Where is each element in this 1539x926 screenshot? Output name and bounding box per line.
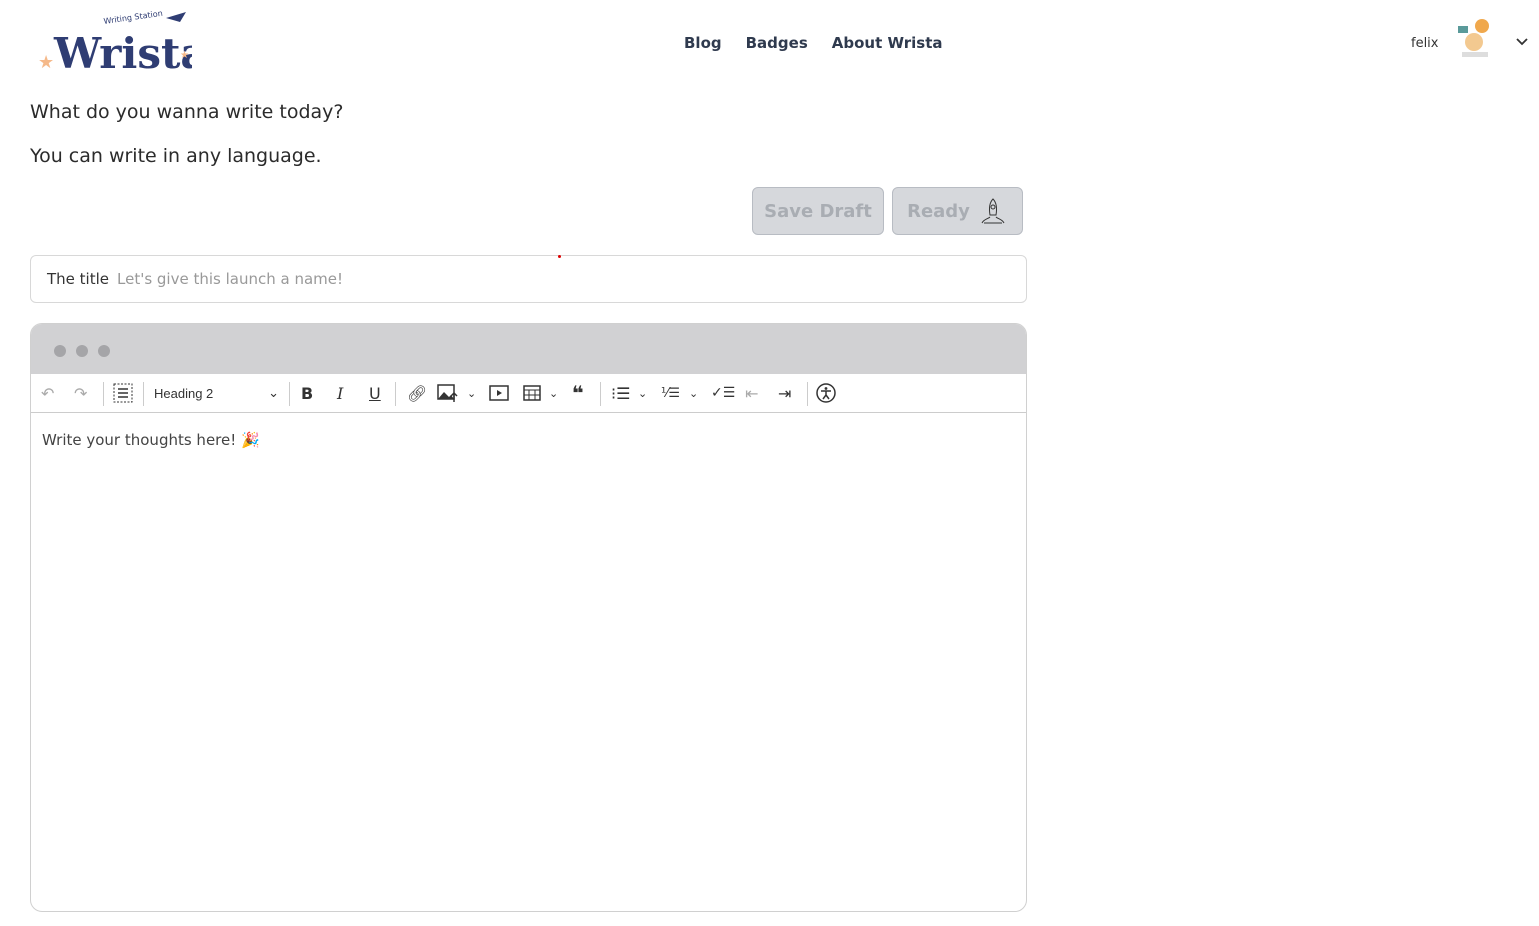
image-upload-icon[interactable]: [437, 382, 459, 404]
title-input[interactable]: [117, 270, 917, 288]
outdent-icon[interactable]: ⇤: [745, 382, 758, 404]
divider: [289, 382, 290, 406]
bold-icon[interactable]: B: [301, 382, 313, 404]
chevron-down-icon[interactable]: ⌄: [467, 382, 476, 404]
redo-icon[interactable]: ↷: [74, 382, 87, 404]
svg-text:★: ★: [38, 52, 54, 73]
nav-about[interactable]: About Wrista: [832, 34, 943, 52]
select-all-icon[interactable]: [113, 382, 133, 404]
svg-text:★: ★: [180, 50, 189, 61]
avatar[interactable]: [1454, 18, 1494, 60]
todo-list-icon[interactable]: ✓☰: [711, 382, 735, 404]
chevron-down-icon[interactable]: [1515, 36, 1529, 48]
nav-badges[interactable]: Badges: [746, 34, 808, 52]
chevron-down-icon[interactable]: ⌄: [638, 382, 647, 404]
numbered-list-icon[interactable]: ⅟☰: [661, 382, 680, 404]
required-marker: [558, 255, 561, 258]
table-icon[interactable]: [523, 382, 541, 404]
ready-label: Ready: [907, 200, 970, 222]
window-dot: [76, 345, 88, 357]
underline-icon[interactable]: U: [369, 382, 381, 404]
chevron-down-icon[interactable]: ⌄: [549, 382, 558, 404]
chevron-down-icon[interactable]: ⌄: [689, 382, 698, 404]
wrista-logo[interactable]: Writing Station Wrista ★ ★: [36, 10, 192, 78]
save-draft-label: Save Draft: [764, 200, 872, 222]
svg-text:Wrista: Wrista: [53, 29, 192, 78]
editor-toolbar: ↶ ↷ Heading 2 ⌄ B I U 🔗︎ ⌄ ⌄ ❝ ⁝☰ ⌄ ⅟☰ ⌄ …: [31, 374, 1026, 413]
divider: [807, 382, 808, 406]
divider: [103, 382, 104, 406]
window-dot: [98, 345, 110, 357]
divider: [143, 382, 144, 406]
editor-window-bar: [31, 324, 1026, 374]
window-dot: [54, 345, 66, 357]
svg-text:Writing Station: Writing Station: [103, 10, 163, 26]
divider: [395, 382, 396, 406]
nav-blog[interactable]: Blog: [684, 34, 722, 52]
bulleted-list-icon[interactable]: ⁝☰: [611, 382, 630, 404]
accessibility-icon[interactable]: [816, 382, 836, 404]
prompt-subheading: You can write in any language.: [30, 145, 322, 167]
media-embed-icon[interactable]: [489, 382, 509, 404]
save-draft-button[interactable]: Save Draft: [752, 187, 884, 235]
username[interactable]: felix: [1411, 36, 1439, 51]
rich-text-editor: ↶ ↷ Heading 2 ⌄ B I U 🔗︎ ⌄ ⌄ ❝ ⁝☰ ⌄ ⅟☰ ⌄ …: [30, 323, 1027, 912]
blockquote-icon[interactable]: ❝: [572, 381, 584, 405]
title-field: The title: [30, 255, 1027, 303]
chevron-down-icon: ⌄: [268, 385, 279, 400]
undo-icon[interactable]: ↶: [41, 382, 54, 404]
link-icon[interactable]: 🔗︎: [407, 382, 427, 404]
editor-content[interactable]: Write your thoughts here! 🎉: [31, 413, 1026, 911]
main-nav: Blog Badges About Wrista: [684, 34, 943, 52]
title-label: The title: [47, 270, 109, 288]
heading-select-value: Heading 2: [154, 385, 214, 401]
rocket-icon: [981, 198, 1005, 224]
indent-icon[interactable]: ⇥: [778, 382, 791, 404]
italic-icon[interactable]: I: [337, 382, 343, 404]
prompt-heading: What do you wanna write today?: [30, 101, 344, 123]
ready-button[interactable]: Ready: [892, 187, 1023, 235]
divider: [600, 382, 601, 406]
editor-placeholder: Write your thoughts here! 🎉: [42, 431, 260, 449]
heading-select[interactable]: Heading 2 ⌄: [154, 382, 279, 404]
